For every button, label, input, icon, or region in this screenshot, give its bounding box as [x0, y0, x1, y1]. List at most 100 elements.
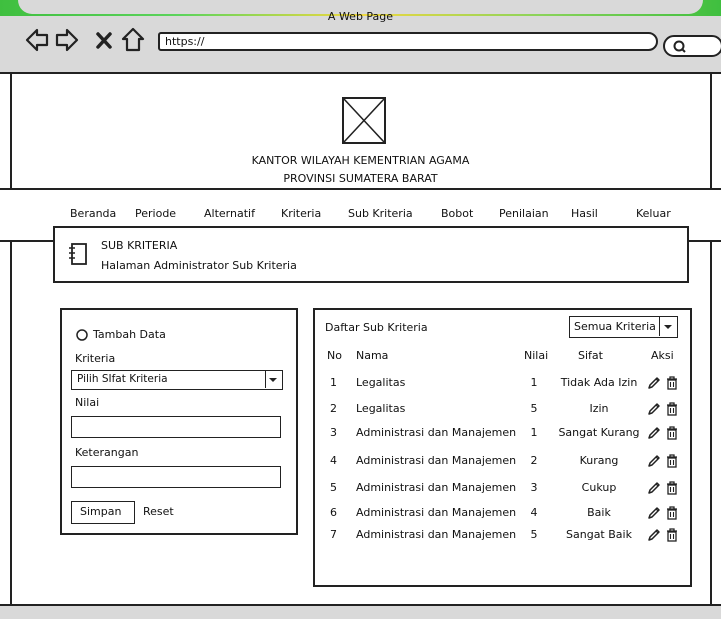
cell-nilai: 5: [530, 528, 538, 541]
stop-x-icon[interactable]: [94, 26, 114, 54]
cell-nilai: 5: [530, 402, 538, 415]
edit-pencil-icon[interactable]: [646, 480, 662, 496]
edit-pencil-icon[interactable]: [646, 425, 662, 441]
page-title: SUB KRITERIA: [101, 239, 178, 252]
cell-no: 3: [330, 426, 337, 439]
cell-no: 5: [330, 481, 337, 494]
cell-nama: Legalitas: [356, 402, 406, 415]
keterangan-input[interactable]: [71, 466, 281, 488]
cell-no: 1: [330, 376, 337, 389]
table-row: 2 Legalitas 5 Izin: [315, 402, 690, 422]
delete-trash-icon[interactable]: [665, 480, 679, 496]
cell-sifat: Baik: [587, 506, 611, 519]
nav-penilaian[interactable]: Penilaian: [499, 207, 549, 220]
table-row: 3 Administrasi dan Manajemen 1 Sangat Kuran…: [315, 426, 690, 446]
cell-sifat: Sangat Baik: [566, 528, 632, 541]
filter-toggle[interactable]: [659, 317, 677, 336]
home-icon[interactable]: [120, 26, 146, 54]
cell-nilai: 4: [530, 506, 538, 519]
kriteria-filter-select[interactable]: Semua Kriteria: [569, 316, 678, 338]
nav-hasil[interactable]: Hasil: [571, 207, 598, 220]
search-icon: [673, 40, 686, 53]
image-placeholder-icon: [344, 99, 384, 142]
delete-trash-icon[interactable]: [665, 453, 679, 469]
cell-no: 6: [330, 506, 337, 519]
cell-nama: Legalitas: [356, 376, 406, 389]
cell-nama: Administrasi dan Manajemen: [356, 426, 517, 439]
cell-sifat: Tidak Ada Izin: [560, 376, 638, 389]
delete-trash-icon[interactable]: [665, 527, 679, 543]
cell-no: 2: [330, 402, 337, 415]
nav-kriteria[interactable]: Kriteria: [281, 207, 321, 220]
nav-alternatif[interactable]: Alternatif: [204, 207, 255, 220]
edit-pencil-icon[interactable]: [646, 375, 662, 391]
cell-nilai: 3: [530, 481, 538, 494]
cell-sifat: Cukup: [581, 481, 617, 494]
table-row: 7 Administrasi dan Manajemen 5 Sangat Baik: [315, 528, 690, 548]
col-header-nilai: Nilai: [524, 349, 549, 362]
delete-trash-icon[interactable]: [665, 401, 679, 417]
logo-placeholder: [342, 97, 386, 144]
browser-search-button[interactable]: [663, 35, 721, 57]
window-title: A Web Page: [327, 10, 394, 23]
reset-button[interactable]: Reset: [143, 505, 174, 518]
cell-nama: Administrasi dan Manajemen: [356, 481, 517, 494]
edit-pencil-icon[interactable]: [646, 453, 662, 469]
back-arrow-icon[interactable]: [24, 26, 50, 54]
nilai-label: Nilai: [75, 396, 100, 409]
cell-sifat: Izin: [589, 402, 609, 415]
cell-nama: Administrasi dan Manajemen: [356, 506, 517, 519]
delete-trash-icon[interactable]: [665, 375, 679, 391]
kriteria-select[interactable]: Pilih SIfat Kriteria: [71, 370, 283, 390]
delete-trash-icon[interactable]: [665, 505, 679, 521]
org-title-line1: KANTOR WILAYAH KEMENTRIAN AGAMA: [251, 154, 470, 167]
kriteria-label: Kriteria: [75, 352, 116, 365]
notebook-icon: [69, 243, 87, 265]
cell-sifat: Kurang: [579, 454, 619, 467]
nav-beranda[interactable]: Beranda: [70, 207, 116, 220]
filter-value: Semua Kriteria: [574, 320, 656, 333]
chevron-down-icon: [664, 325, 672, 329]
save-button[interactable]: Simpan: [71, 501, 135, 524]
col-header-aksi: Aksi: [651, 349, 674, 362]
kriteria-select-value: Pilih SIfat Kriteria: [77, 373, 168, 385]
edit-pencil-icon[interactable]: [646, 505, 662, 521]
cell-nama: Administrasi dan Manajemen: [356, 528, 517, 541]
edit-pencil-icon[interactable]: [646, 401, 662, 417]
save-button-label: Simpan: [80, 505, 122, 518]
browser-status-bar: [0, 604, 721, 619]
page-subtitle: Halaman Administrator Sub Kriteria: [101, 259, 297, 272]
nav-periode[interactable]: Periode: [135, 207, 176, 220]
nilai-input[interactable]: [71, 416, 281, 438]
page-banner: SUB KRITERIA Halaman Administrator Sub K…: [53, 226, 689, 283]
delete-trash-icon[interactable]: [665, 425, 679, 441]
cell-nilai: 2: [530, 454, 538, 467]
table-row: 6 Administrasi dan Manajemen 4 Baik: [315, 506, 690, 526]
nav-keluar[interactable]: Keluar: [636, 207, 671, 220]
cell-no: 7: [330, 528, 337, 541]
edit-pencil-icon[interactable]: [646, 527, 662, 543]
table-row: 4 Administrasi dan Manajemen 2 Kurang: [315, 454, 690, 474]
cell-sifat: Sangat Kurang: [558, 426, 640, 439]
browser-chrome: A Web Page https://: [0, 0, 721, 74]
cell-no: 4: [330, 454, 337, 467]
chevron-down-icon: [269, 378, 277, 382]
cell-nilai: 1: [530, 426, 538, 439]
forward-arrow-icon[interactable]: [54, 26, 80, 54]
col-header-nama: Nama: [356, 349, 389, 362]
subcriteria-table-panel: Daftar Sub Kriteria Semua Kriteria No Na…: [313, 308, 692, 587]
keterangan-label: Keterangan: [75, 446, 139, 459]
radio-button[interactable]: [75, 328, 89, 342]
kriteria-select-toggle[interactable]: [265, 371, 282, 388]
table-title: Daftar Sub Kriteria: [325, 321, 428, 334]
table-row: 1 Legalitas 1 Tidak Ada Izin: [315, 376, 690, 396]
table-row: 5 Administrasi dan Manajemen 3 Cukup: [315, 481, 690, 501]
nav-bobot[interactable]: Bobot: [441, 207, 473, 220]
cell-nilai: 1: [530, 376, 538, 389]
tambah-data-label: Tambah Data: [93, 328, 166, 341]
address-bar[interactable]: https://: [158, 32, 658, 51]
col-header-sifat: Sifat: [578, 349, 603, 362]
organization-title: KANTOR WILAYAH KEMENTRIAN AGAMA PROVINSI…: [0, 152, 721, 188]
nav-sub-kriteria[interactable]: Sub Kriteria: [348, 207, 413, 220]
col-header-no: No: [327, 349, 342, 362]
